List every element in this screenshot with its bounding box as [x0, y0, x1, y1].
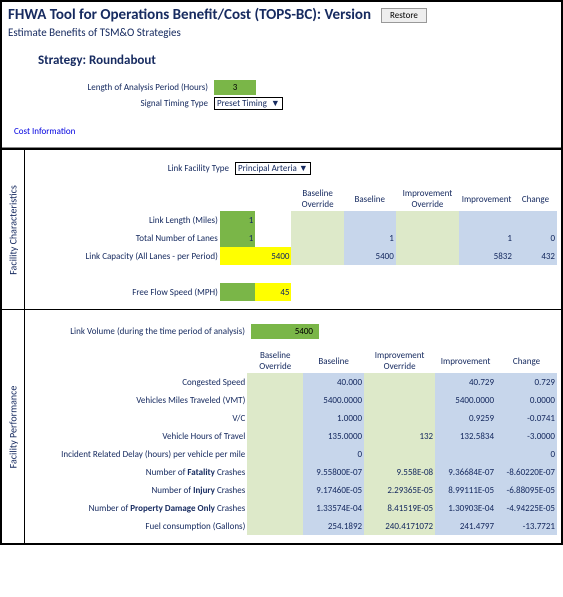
length-label: Length of Analysis Period (Hours)	[38, 82, 214, 93]
page-title: FHWA Tool for Operations Benefit/Cost (T…	[8, 6, 371, 24]
facility-type-label: Link Facility Type	[29, 163, 235, 174]
facility-performance-label: Facility Performance	[2, 310, 25, 543]
capacity-value[interactable]: 5400	[220, 247, 292, 265]
col-change: Change	[496, 349, 557, 373]
col-improvement-override: Improvement Override	[396, 187, 459, 211]
ffs-input-blank[interactable]	[220, 283, 256, 301]
col-baseline: Baseline	[303, 349, 364, 373]
table-row: Link Capacity (All Lanes - per Period) 5…	[29, 247, 557, 265]
table-row: Vehicle Hours of Travel135.0000132132.58…	[29, 427, 557, 445]
page-subtitle: Estimate Benefits of TSM&O Strategies	[8, 26, 555, 39]
facility-characteristics-table: Baseline Override Baseline Improvement O…	[29, 187, 557, 301]
table-row: Incident Related Delay (hours) per vehic…	[29, 445, 557, 463]
table-row: Fuel consumption (Gallons)254.1892240.41…	[29, 517, 557, 535]
length-input[interactable]: 3	[214, 80, 256, 95]
link-volume-input[interactable]: 5400	[251, 324, 319, 339]
cost-information-link[interactable]: Cost Information	[8, 114, 555, 143]
facility-type-select[interactable]: Principal Arteria ▼	[235, 162, 311, 175]
ffs-value[interactable]: 45	[255, 283, 291, 301]
col-baseline: Baseline	[344, 187, 396, 211]
table-row: Number of Property Damage Only Crashes1.…	[29, 499, 557, 517]
col-baseline-override: Baseline Override	[291, 187, 343, 211]
table-row: Number of Injury Crashes9.17460E-052.293…	[29, 481, 557, 499]
link-length-input[interactable]: 1	[220, 211, 256, 229]
table-row: Total Number of Lanes 1 1 1 0	[29, 229, 557, 247]
table-row: Number of Fatality Crashes9.55800E-079.5…	[29, 463, 557, 481]
signal-timing-select[interactable]: Preset Timing ▼	[214, 97, 283, 110]
table-row: Link Length (Miles) 1	[29, 211, 557, 229]
facility-characteristics-label: Facility Characteristics	[2, 150, 25, 309]
link-volume-label: Link Volume (during the time period of a…	[29, 326, 251, 337]
col-improvement-override: Improvement Override	[364, 349, 435, 373]
table-row: Congested Speed40.00040.7290.729	[29, 373, 557, 391]
col-change: Change	[514, 187, 557, 211]
col-baseline-override: Baseline Override	[247, 349, 303, 373]
table-row: V/C1.00000.9259-0.0741	[29, 409, 557, 427]
table-row: Free Flow Speed (MPH) 45	[29, 283, 557, 301]
col-improvement: Improvement	[459, 187, 514, 211]
timing-label: Signal Timing Type	[38, 98, 214, 109]
facility-performance-table: Baseline Override Baseline Improvement O…	[29, 349, 557, 535]
table-row: Vehicles Miles Traveled (VMT)5400.000054…	[29, 391, 557, 409]
col-improvement: Improvement	[435, 349, 496, 373]
restore-button[interactable]: Restore	[381, 8, 427, 23]
strategy-title: Strategy: Roundabout	[38, 53, 549, 68]
lanes-input[interactable]: 1	[220, 229, 256, 247]
